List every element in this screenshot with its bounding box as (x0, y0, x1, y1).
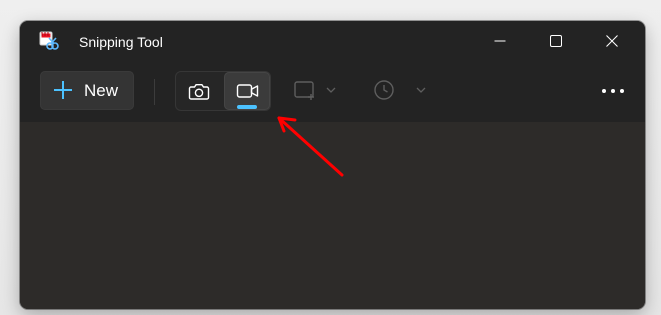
more-options-button[interactable] (592, 75, 634, 107)
snipping-tool-icon (39, 31, 59, 50)
plus-icon (54, 81, 72, 99)
delay-dropdown[interactable] (366, 75, 430, 107)
more-options-icon (602, 89, 624, 93)
toolbar-divider (154, 79, 155, 105)
snip-mode-button[interactable] (176, 72, 222, 110)
clock-icon (374, 80, 426, 100)
desktop-background: Snipping Tool New (0, 0, 661, 315)
maximize-icon (550, 35, 562, 47)
maximize-button[interactable] (533, 21, 579, 61)
snip-canvas-area (20, 122, 645, 309)
selected-mode-indicator (237, 105, 257, 109)
minimize-icon (494, 40, 506, 42)
toolbar: New (20, 63, 645, 123)
capture-mode-toggle (175, 71, 271, 111)
snipping-tool-window: Snipping Tool New (20, 21, 645, 309)
close-button[interactable] (589, 21, 635, 61)
record-mode-button[interactable] (224, 72, 270, 110)
rectangle-snip-icon (294, 81, 336, 100)
title-bar[interactable]: Snipping Tool (20, 21, 645, 63)
video-camera-icon (236, 84, 259, 98)
snip-shape-dropdown[interactable] (287, 75, 351, 107)
minimize-button[interactable] (477, 21, 523, 61)
app-title: Snipping Tool (79, 34, 163, 50)
new-button-label: New (84, 81, 119, 100)
camera-icon (188, 84, 210, 100)
close-icon (606, 35, 618, 47)
new-snip-button[interactable]: New (40, 71, 134, 110)
